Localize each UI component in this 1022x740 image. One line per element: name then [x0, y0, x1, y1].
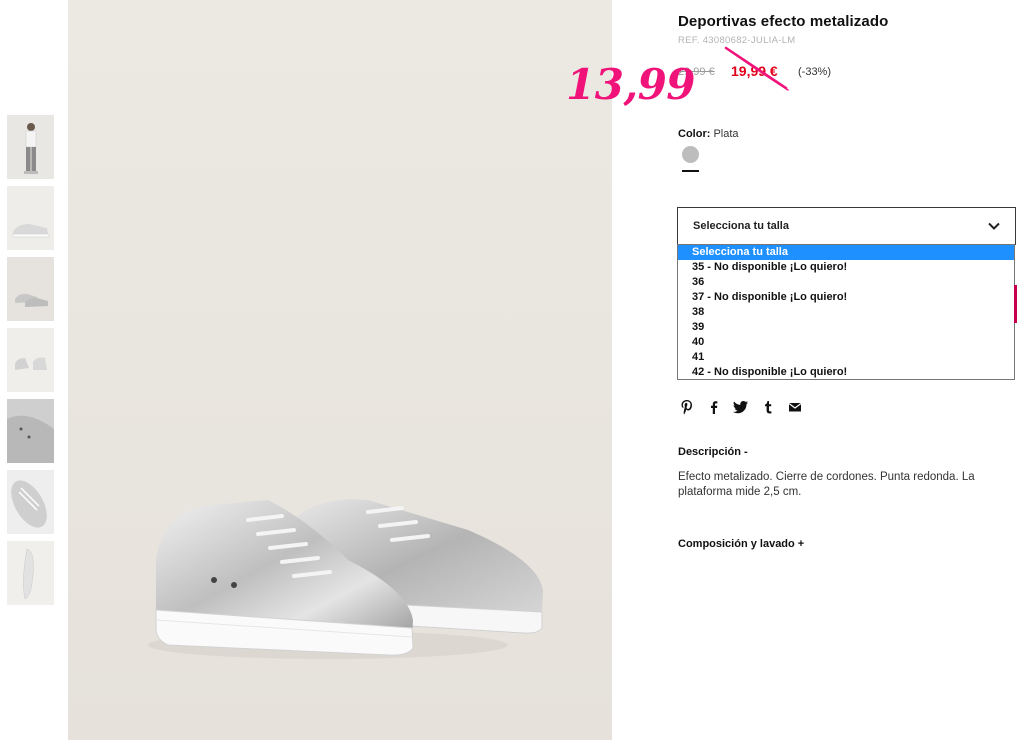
color-label-key: Color: [678, 128, 711, 140]
sale-price: 19,99 € [731, 63, 778, 79]
thumbnail-model[interactable] [7, 115, 54, 179]
discount-percentage: (-33%) [798, 66, 832, 78]
size-option[interactable]: 35 - No disponible ¡Lo quiero! [678, 260, 1014, 275]
size-select-value: Selecciona tu talla [693, 220, 789, 232]
share-icons [678, 398, 813, 416]
composition-toggle[interactable]: Composición y lavado + [678, 538, 804, 550]
color-value: Plata [713, 128, 739, 140]
pinterest-icon[interactable] [678, 398, 696, 416]
description-text: Efecto metalizado. Cierre de cordones. P… [678, 471, 975, 498]
thumbnail-sole[interactable] [7, 541, 54, 605]
thumbnail-back-view[interactable] [7, 328, 54, 392]
thumbnail-side-view[interactable] [7, 186, 54, 250]
thumbnail-top-view[interactable] [7, 470, 54, 534]
color-label: Color: Plata [678, 128, 739, 140]
add-to-bag-button-edge[interactable] [1014, 285, 1017, 323]
size-option[interactable]: 42 - No disponible ¡Lo quiero! [678, 365, 1014, 380]
description-toggle[interactable]: Descripción - [678, 446, 748, 458]
handwritten-new-price: 13,99 [566, 60, 696, 109]
size-option[interactable]: 40 [678, 335, 1014, 350]
size-option[interactable]: Selecciona tu talla [678, 245, 1014, 260]
thumbnail-strip [7, 115, 54, 612]
email-icon[interactable] [786, 398, 804, 416]
product-reference: REF. 43080682-JULIA-LM [678, 35, 796, 46]
tumblr-icon[interactable] [759, 398, 777, 416]
size-dropdown-list: Selecciona tu talla 35 - No disponible ¡… [677, 244, 1015, 380]
color-swatch-plata[interactable] [682, 146, 699, 163]
size-option[interactable]: 39 [678, 320, 1014, 335]
size-option[interactable]: 37 - No disponible ¡Lo quiero! [678, 290, 1014, 305]
thumbnail-pair-low[interactable] [7, 257, 54, 321]
thumbnail-detail[interactable] [7, 399, 54, 463]
facebook-icon[interactable] [705, 398, 723, 416]
chevron-down-icon [988, 222, 1000, 230]
twitter-icon[interactable] [732, 398, 750, 416]
size-option[interactable]: 36 [678, 275, 1014, 290]
size-select[interactable]: Selecciona tu talla [677, 207, 1016, 245]
swatch-selected-indicator [682, 170, 699, 172]
product-title: Deportivas efecto metalizado [678, 13, 889, 30]
main-product-image [68, 0, 612, 740]
size-option[interactable]: 38 [678, 305, 1014, 320]
size-option[interactable]: 41 [678, 350, 1014, 365]
